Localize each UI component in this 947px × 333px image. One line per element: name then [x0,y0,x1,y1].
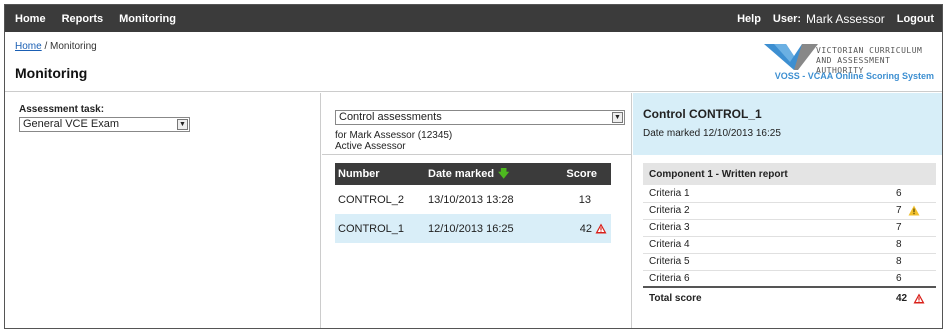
criteria-name: Criteria 6 [643,270,896,288]
column-header-score[interactable]: Score [555,163,611,185]
total-score-cell: 42 [896,286,936,309]
nav-logout[interactable]: Logout [897,13,934,25]
criteria-score-cell: 7 [896,202,936,220]
breadcrumb-separator: / [41,41,51,52]
vcaa-logo: VICTORIAN CURRICULUM AND ASSESSMENT AUTH… [764,40,934,86]
criteria-score: 8 [896,236,936,254]
control-assessments-table: Number Date marked 🡇 Score CONTROL_2 13/1… [335,163,611,243]
divider [322,154,631,155]
criteria-table: Component 1 - Written report Criteria 16… [643,163,936,309]
criteria-name: Criteria 3 [643,219,896,237]
row-date: 12/10/2013 16:25 [425,214,555,243]
criteria-row: Criteria 48 [643,236,936,254]
column-header-number[interactable]: Number [335,163,425,185]
assessment-task-panel: Assessment task: General VCE Exam ▼ [5,93,321,328]
top-nav: Home Reports Monitoring Help User: Mark … [5,5,942,32]
assessment-task-label: Assessment task: [19,104,105,115]
criteria-name: Criteria 2 [643,202,896,220]
criteria-score: 6 [896,185,936,203]
table-row[interactable]: CONTROL_2 13/10/2013 13:28 13 [335,185,611,214]
row-score-value: 42 [579,222,592,235]
assessment-type-value: Control assessments [339,111,442,123]
chevron-down-icon: ▼ [612,112,623,123]
page-title: Monitoring [15,65,88,81]
page-header: Home / Monitoring Monitoring VICTORIAN C… [5,32,942,92]
row-date: 13/10/2013 13:28 [428,193,514,206]
nav-monitoring[interactable]: Monitoring [119,13,176,25]
row-score-value: 13 [578,193,591,206]
criteria-score: 7 [896,219,936,237]
user-name: Mark Assessor [806,11,885,26]
row-score: 42 [555,214,611,243]
warning-red-icon [595,223,607,234]
criteria-score: 7 [896,205,902,217]
logo-line-1: VICTORIAN CURRICULUM [816,46,923,55]
nav-home[interactable]: Home [15,13,46,25]
row-number: CONTROL_2 [338,193,405,206]
sort-down-arrow-icon: 🡇 [498,167,510,180]
user-label: User: [772,12,802,25]
criteria-name: Criteria 5 [643,253,896,271]
breadcrumb-current: Monitoring [50,41,97,52]
column-header-date-label: Date marked [428,167,495,180]
total-score-value: 42 [896,293,908,305]
detail-header: Control CONTROL_1 Date marked 12/10/2013… [633,93,942,155]
detail-title: Control CONTROL_1 [643,107,762,121]
row-number: CONTROL_1 [335,214,425,243]
component-header: Component 1 - Written report [643,163,936,185]
warning-yellow-icon [908,205,920,216]
logo-subtitle: VOSS - VCAA Online Scoring System [774,71,934,81]
assessor-for-line: for Mark Assessor (12345) [335,130,453,141]
detail-date-marked: Date marked 12/10/2013 16:25 [643,128,781,139]
app-window: Home Reports Monitoring Help User: Mark … [4,4,943,329]
breadcrumb: Home / Monitoring [15,41,97,52]
assessment-task-value: General VCE Exam [23,118,119,130]
table-row-selected[interactable]: CONTROL_1 12/10/2013 16:25 42 [335,214,611,243]
nav-help[interactable]: Help [737,13,761,25]
criteria-row: Criteria 16 [643,185,936,203]
criteria-name: Criteria 1 [643,185,896,203]
column-header-date-marked[interactable]: Date marked 🡇 [425,163,555,185]
control-assessments-panel: Control assessments ▼ for Mark Assessor … [322,93,632,328]
criteria-row: Criteria 37 [643,219,936,237]
chevron-down-icon: ▼ [177,119,188,130]
nav-reports[interactable]: Reports [62,13,104,25]
assessor-info: for Mark Assessor (12345) Active Assesso… [335,130,452,152]
control-detail-panel: Control CONTROL_1 Date marked 12/10/2013… [633,93,942,328]
criteria-row: Criteria 27 [643,202,936,220]
criteria-name: Criteria 4 [643,236,896,254]
breadcrumb-home-link[interactable]: Home [15,41,42,52]
criteria-score: 6 [896,270,936,288]
assessor-status: Active Assessor [335,141,406,152]
total-score-label: Total score [643,286,896,309]
criteria-row: Criteria 58 [643,253,936,271]
vcaa-logo-icon [764,44,818,70]
assessment-task-select[interactable]: General VCE Exam ▼ [19,117,190,132]
criteria-score: 8 [896,253,936,271]
assessment-type-select[interactable]: Control assessments ▼ [335,110,625,125]
row-score: 13 [555,185,611,214]
criteria-row: Criteria 66 [643,270,936,288]
total-score-row: Total score 42 [643,286,936,309]
warning-red-icon [913,293,925,304]
